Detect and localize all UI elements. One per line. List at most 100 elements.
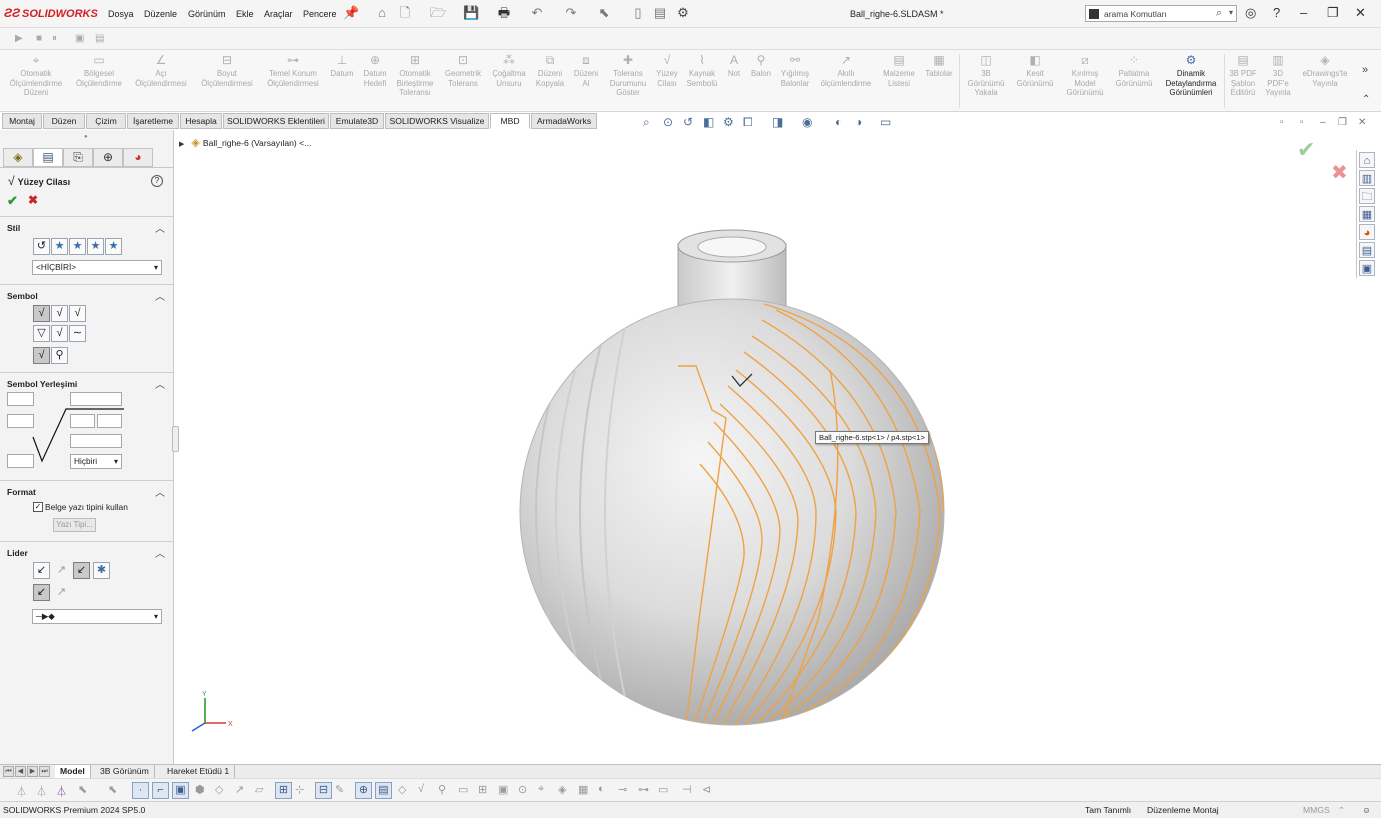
tab-feature-manager[interactable]: ◈ bbox=[3, 148, 33, 167]
delete-style-button[interactable]: ★ bbox=[69, 238, 86, 255]
menu-duzenle[interactable]: Düzenle bbox=[144, 9, 177, 19]
help-icon[interactable]: ? bbox=[1273, 5, 1280, 20]
weld-symbol-button[interactable]: ⌇ Kaynak Sembolü bbox=[684, 52, 720, 88]
edit-appearance-icon[interactable]: ◐ bbox=[835, 115, 842, 129]
filter-surface-finish-icon[interactable]: √ bbox=[418, 783, 424, 795]
multi-jog-leader-button[interactable]: ↗ bbox=[53, 562, 70, 579]
publish-3d-pdf-button[interactable]: ▥ 3D PDF'e Yayınla bbox=[1262, 52, 1294, 98]
lay-direction-dropdown[interactable]: Hiçbiri ▾ bbox=[70, 454, 122, 469]
feedback-icon[interactable]: ☺ bbox=[1362, 805, 1371, 815]
filter-points-icon[interactable]: ⊞ bbox=[275, 782, 292, 799]
dynamic-annotation-icon[interactable]: ⚙ bbox=[723, 115, 734, 129]
menu-gorunum[interactable]: Görünüm bbox=[188, 9, 226, 19]
collapse-chevron-icon[interactable]: ︿ bbox=[155, 376, 165, 391]
smart-dimension-button[interactable]: ↗ Akıllı ölçümlendirme bbox=[816, 52, 876, 88]
dynamic-annotation-views-button[interactable]: ⚙ Dinamik Detaylandırma Görünümleri bbox=[1160, 52, 1222, 98]
note-button[interactable]: A Not bbox=[722, 52, 746, 79]
basic-symbol-button[interactable]: √ bbox=[33, 305, 50, 322]
copy-scheme-button[interactable]: ⧉ Düzeni Kopyala bbox=[532, 52, 568, 88]
balloon-button[interactable]: ⚲ Balon bbox=[748, 52, 774, 79]
select-other-icon[interactable]: ⬉ bbox=[108, 783, 117, 796]
filter-datums-icon[interactable]: ⊕ bbox=[355, 782, 372, 799]
auto-pair-tolerance-button[interactable]: ⊞ Otomatik Birleştirme Toleransı bbox=[394, 52, 436, 98]
search-icon[interactable]: ⌕ bbox=[1216, 7, 1222, 20]
collapse-chevron-icon[interactable]: ︿ bbox=[155, 288, 165, 303]
last-tab-icon[interactable]: ⏭ bbox=[39, 766, 50, 777]
machining-required-button[interactable]: √ bbox=[51, 305, 68, 322]
size-dimension-button[interactable]: ⊟ Boyut Ölçülendirmesi bbox=[194, 52, 260, 88]
leader-button[interactable]: ↙ bbox=[33, 562, 50, 579]
view-settings-icon[interactable]: ▭ bbox=[880, 115, 891, 129]
filter-annotations-icon[interactable]: ▤ bbox=[375, 782, 392, 799]
filter-sketch-icon[interactable]: ⊹ bbox=[295, 783, 304, 796]
viewport-close-icon[interactable]: ✕ bbox=[1358, 117, 1366, 128]
pattern-feature-button[interactable]: ⁂ Çoğaltma Unsuru bbox=[488, 52, 530, 88]
confirm-ok-icon[interactable]: ✔ bbox=[1297, 137, 1315, 163]
options-gear-icon[interactable]: ⚙ bbox=[675, 5, 691, 21]
custom-properties-icon[interactable]: ▤ bbox=[1359, 242, 1375, 258]
zoom-to-area-icon[interactable]: ⊙ bbox=[663, 115, 673, 129]
broken-out-view-button[interactable]: ⧄ Kırılmış Model Görünümü bbox=[1062, 52, 1108, 98]
tab-motion-study[interactable]: Hareket Etüdü 1 bbox=[162, 765, 236, 778]
datum-target-button[interactable]: ⊕ Datum Hedefi bbox=[358, 52, 392, 88]
unit-dropdown-icon[interactable]: ⌃ bbox=[1338, 805, 1345, 816]
tab-dimxpert-manager[interactable]: ⊕ bbox=[93, 148, 123, 167]
section-view-icon[interactable]: ◧ bbox=[703, 115, 714, 129]
panel-resize-handle[interactable] bbox=[172, 426, 179, 452]
jis-machining-button[interactable]: √ bbox=[51, 325, 68, 342]
chevron-down-icon[interactable]: ▾ bbox=[1229, 8, 1233, 17]
confirm-cancel-icon[interactable]: ✖ bbox=[1331, 160, 1348, 185]
rebuild-icon[interactable]: ▯ bbox=[630, 5, 646, 21]
auto-dimension-scheme-button[interactable]: ⌖ Otomatik Ölçümlendirme Düzeni bbox=[4, 52, 68, 98]
filter-cosmetic-icon[interactable]: ⊞ bbox=[478, 783, 487, 796]
filter-dimensions-icon[interactable]: ⊟ bbox=[315, 782, 332, 799]
appearances-icon[interactable]: ◕ bbox=[1359, 224, 1375, 240]
explode-view-button[interactable]: ⁘ Patlatma Görünümü bbox=[1110, 52, 1158, 88]
arrow-style-dropdown[interactable]: ─▶◆ ▾ bbox=[32, 609, 162, 624]
filter-silhouette-icon[interactable]: ▭ bbox=[658, 783, 668, 796]
viewport-minimize-icon[interactable]: – bbox=[1320, 117, 1326, 128]
previous-tab-icon[interactable]: ◀ bbox=[15, 766, 26, 777]
tab-duzen[interactable]: Düzen bbox=[43, 113, 85, 129]
local-symbol-button[interactable]: √ bbox=[33, 347, 50, 364]
select-icon[interactable]: ⬉ bbox=[596, 5, 612, 21]
filter-mates-icon[interactable]: ⊸ bbox=[618, 783, 627, 796]
viewport-link-icon[interactable]: ▫ bbox=[1300, 117, 1304, 128]
unit-system-selector[interactable]: MMGS bbox=[1303, 805, 1330, 815]
macro-new-icon[interactable]: ▣ bbox=[75, 33, 84, 44]
macro-edit-icon[interactable]: ▤ bbox=[95, 33, 104, 44]
help-icon[interactable]: ? bbox=[151, 175, 163, 187]
collapse-chevron-icon[interactable]: ︿ bbox=[155, 484, 165, 499]
tab-cizim[interactable]: Çizim bbox=[86, 113, 126, 129]
filter-edges-icon[interactable]: ⌐ bbox=[152, 782, 169, 799]
stacked-balloon-button[interactable]: ⚯ Yığılmış Balonlar bbox=[776, 52, 814, 88]
bill-of-materials-button[interactable]: ▤ Malzeme Listesi bbox=[878, 52, 920, 88]
use-document-font-checkbox[interactable]: ✓ bbox=[33, 502, 43, 512]
tab-solidworks-eklentileri[interactable]: SOLIDWORKS Eklentileri bbox=[223, 113, 329, 129]
file-explorer-icon[interactable]: 🗀 bbox=[1359, 188, 1375, 204]
solidworks-resources-icon[interactable]: ⌂ bbox=[1359, 152, 1375, 168]
collapse-chevron-icon[interactable]: ︿ bbox=[155, 545, 165, 560]
auto-leader-button[interactable]: ✱ bbox=[93, 562, 110, 579]
filter-surface-icon[interactable]: ◇ bbox=[215, 783, 223, 796]
load-style-button[interactable]: ★ bbox=[105, 238, 122, 255]
design-library-icon[interactable]: ▥ bbox=[1359, 170, 1375, 186]
ribbon-more-icon[interactable]: » bbox=[1362, 64, 1368, 76]
view-orientation-icon[interactable]: ⧠ bbox=[743, 115, 753, 130]
redo-icon[interactable]: ↷ bbox=[563, 5, 579, 21]
solidworks-forum-icon[interactable]: ▣ bbox=[1359, 260, 1375, 276]
restore-button[interactable]: ❐ bbox=[1327, 5, 1339, 21]
filter-settings-icon[interactable]: ⊲ bbox=[702, 783, 711, 796]
feature-tree-flyout[interactable]: ▶ ◈ Ball_righe-6 (Varsayılan) <... bbox=[179, 136, 311, 149]
user-account-icon[interactable]: ◎ bbox=[1245, 5, 1256, 21]
machining-prohibited-button[interactable]: √ bbox=[69, 305, 86, 322]
location-dimension-button[interactable]: ▭ Bölgesel Ölçülendirme bbox=[70, 52, 128, 88]
viewport-restore-icon[interactable]: ❐ bbox=[1338, 117, 1347, 128]
show-tolerance-status-button[interactable]: ✚ Tolerans Durumunu Göster bbox=[604, 52, 652, 98]
filter-tables-icon[interactable]: ▦ bbox=[578, 783, 588, 796]
publish-edrawings-button[interactable]: ◈ eDrawings'te Yayınla bbox=[1296, 52, 1354, 88]
import-scheme-button[interactable]: ⧈ Düzeni Al bbox=[570, 52, 602, 88]
filter-connection-icon[interactable]: ◈ bbox=[558, 783, 566, 796]
jis-no-machining-button[interactable]: ∼ bbox=[69, 325, 86, 342]
filter-more-icon[interactable]: ⊣ bbox=[682, 783, 692, 796]
